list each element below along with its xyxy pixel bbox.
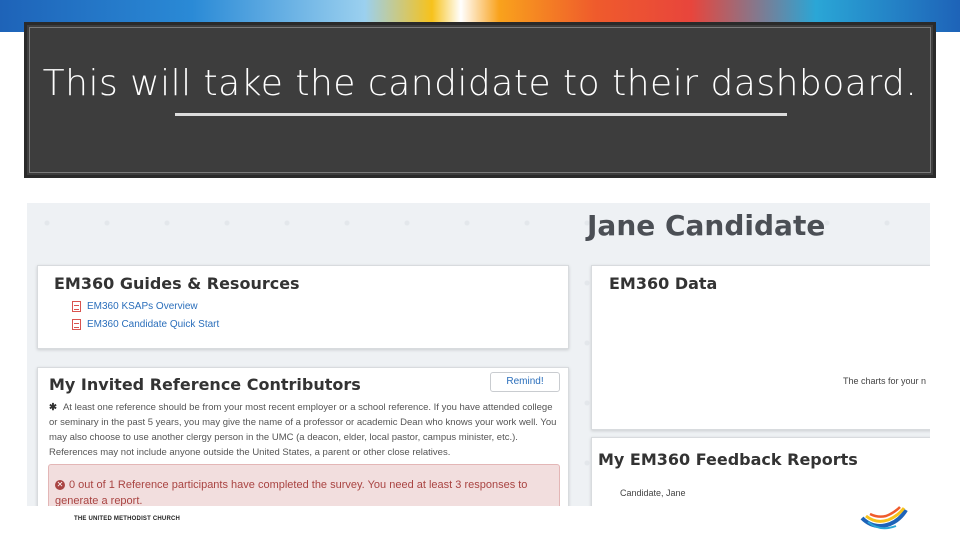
asterisk-icon: ✱ <box>49 402 57 413</box>
corner-logo-icon <box>860 506 908 530</box>
feedback-title: My EM360 Feedback Reports <box>598 450 858 469</box>
data-card: EM360 Data The charts for your n <box>591 265 930 430</box>
dashboard-screenshot: Jane Candidate EM360 Guides & Resources … <box>27 203 930 506</box>
slide-title: This will take the candidate to their da… <box>42 63 918 104</box>
references-card: My Invited Reference Contributors Remind… <box>37 367 569 506</box>
title-box: This will take the candidate to their da… <box>24 22 936 178</box>
feedback-card: My EM360 Feedback Reports Candidate, Jan… <box>591 437 930 506</box>
charts-note: The charts for your n <box>843 376 927 386</box>
error-circle-icon: ✕ <box>55 480 65 491</box>
quick-start-link[interactable]: EM360 Candidate Quick Start <box>72 319 219 330</box>
alert-text-wrap: ✕ 0 out of 1 Reference participants have … <box>55 477 555 506</box>
feedback-report-candidate[interactable]: Candidate, Jane <box>620 488 686 498</box>
pdf-icon <box>72 301 81 312</box>
remind-button[interactable]: Remind! <box>490 372 560 392</box>
pdf-icon <box>72 319 81 330</box>
reference-note: ✱ At least one reference should be from y… <box>49 400 561 460</box>
reference-alert: ✕ 0 out of 1 Reference participants have … <box>48 464 560 506</box>
reference-note-text: At least one reference should be from yo… <box>49 402 557 458</box>
link-label: EM360 KSAPs Overview <box>87 301 198 312</box>
ksaps-overview-link[interactable]: EM360 KSAPs Overview <box>72 301 198 312</box>
link-label: EM360 Candidate Quick Start <box>87 319 220 330</box>
title-underline <box>175 113 787 116</box>
umc-logo-text: THE UNITED METHODIST CHURCH <box>74 516 181 522</box>
guides-title: EM360 Guides & Resources <box>54 274 300 293</box>
candidate-name: Jane Candidate <box>587 209 826 242</box>
references-title: My Invited Reference Contributors <box>49 375 361 394</box>
alert-text: 0 out of 1 Reference participants have c… <box>55 479 528 506</box>
guides-card: EM360 Guides & Resources EM360 KSAPs Ove… <box>37 265 569 349</box>
data-title: EM360 Data <box>609 274 718 293</box>
